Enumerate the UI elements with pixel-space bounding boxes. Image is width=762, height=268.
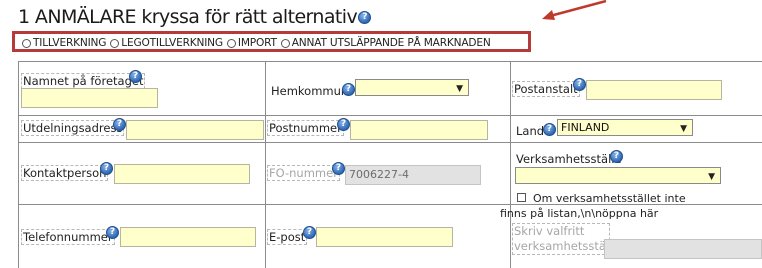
help-icon[interactable]: ? bbox=[100, 162, 113, 175]
chevron-down-icon: ▼ bbox=[708, 172, 715, 182]
help-icon[interactable]: ? bbox=[332, 162, 345, 175]
company-name-label: Namnet på företaget bbox=[21, 73, 146, 89]
arrow-icon bbox=[542, 0, 607, 20]
notifier-type-radio-group: TILLVERKNING LEGOTILLVERKNING IMPORT ANN… bbox=[22, 37, 495, 49]
radio-option-tillverkning[interactable]: TILLVERKNING bbox=[22, 37, 106, 49]
postal-code-label: Postnummer bbox=[267, 120, 344, 136]
notifier-form-grid: Namnet på företaget ? Hemkommun ? ▼ Post… bbox=[18, 61, 762, 268]
section-title: 1 ANMÄLARE kryssa för rätt alternativ ? bbox=[18, 6, 372, 28]
section-title-text: 1 ANMÄLARE kryssa för rätt alternativ bbox=[18, 6, 358, 28]
home-municipality-label: Hemkommun bbox=[271, 84, 349, 98]
radio-option-legotillverkning[interactable]: LEGOTILLVERKNING bbox=[110, 37, 223, 49]
radio-button[interactable] bbox=[280, 38, 290, 48]
place-of-business-select[interactable]: ▼ bbox=[515, 167, 721, 184]
postal-office-label: Postanstalt bbox=[512, 81, 580, 97]
help-icon[interactable]: ? bbox=[129, 70, 142, 83]
grid-divider bbox=[19, 142, 762, 143]
country-value: FINLAND bbox=[561, 121, 610, 134]
email-input[interactable] bbox=[316, 227, 453, 247]
help-icon[interactable]: ? bbox=[573, 78, 586, 91]
custom-place-input bbox=[604, 239, 762, 259]
email-label: E-post bbox=[267, 229, 308, 245]
delivery-address-input[interactable] bbox=[126, 120, 264, 140]
radio-button[interactable] bbox=[226, 38, 236, 48]
help-icon[interactable]: ? bbox=[358, 11, 372, 24]
radio-button[interactable] bbox=[22, 38, 31, 48]
help-icon[interactable]: ? bbox=[610, 150, 623, 163]
grid-divider bbox=[265, 62, 266, 268]
country-select[interactable]: FINLAND ▼ bbox=[557, 119, 693, 136]
help-icon[interactable]: ? bbox=[106, 226, 119, 239]
help-icon[interactable]: ? bbox=[342, 83, 355, 96]
radio-label: LEGOTILLVERKNING bbox=[121, 37, 223, 49]
postal-code-input[interactable] bbox=[350, 120, 488, 140]
radio-label: IMPORT bbox=[237, 37, 277, 49]
contact-person-input[interactable] bbox=[114, 164, 250, 184]
company-name-input[interactable] bbox=[21, 88, 158, 108]
grid-divider bbox=[19, 115, 762, 116]
delivery-address-label: Utdelningsadress bbox=[21, 120, 125, 136]
radio-option-import[interactable]: IMPORT bbox=[226, 37, 277, 49]
phone-input[interactable] bbox=[120, 227, 256, 247]
help-icon[interactable]: ? bbox=[543, 123, 556, 136]
home-municipality-select[interactable]: ▼ bbox=[355, 79, 469, 96]
phone-label: Telefonnummer bbox=[21, 229, 115, 245]
business-id-input: 7006227-4 bbox=[345, 165, 481, 185]
radio-button[interactable] bbox=[110, 38, 120, 48]
help-icon[interactable]: ? bbox=[303, 226, 316, 239]
place-of-business-label: Verksamhetsställe bbox=[516, 152, 622, 166]
custom-place-label: Skriv valfritt verksamhetsställe bbox=[512, 223, 620, 255]
help-icon[interactable]: ? bbox=[113, 118, 126, 131]
radio-label: ANNAT UTSLÄPPANDE PÅ MARKNADEN bbox=[291, 37, 491, 49]
not-in-list-label: Om verksamhetsstället inte finns på list… bbox=[500, 192, 686, 220]
radio-option-annat[interactable]: ANNAT UTSLÄPPANDE PÅ MARKNADEN bbox=[280, 37, 491, 49]
help-icon[interactable]: ? bbox=[337, 118, 350, 131]
chevron-down-icon: ▼ bbox=[680, 124, 687, 134]
chevron-down-icon: ▼ bbox=[456, 84, 463, 94]
contact-person-label: Kontaktperson bbox=[21, 165, 109, 181]
grid-divider bbox=[510, 62, 511, 268]
radio-label: TILLVERKNING bbox=[33, 37, 107, 49]
postal-office-input[interactable] bbox=[586, 80, 722, 100]
country-label: Land bbox=[516, 124, 545, 138]
business-id-label: FO-nummer bbox=[267, 165, 340, 181]
